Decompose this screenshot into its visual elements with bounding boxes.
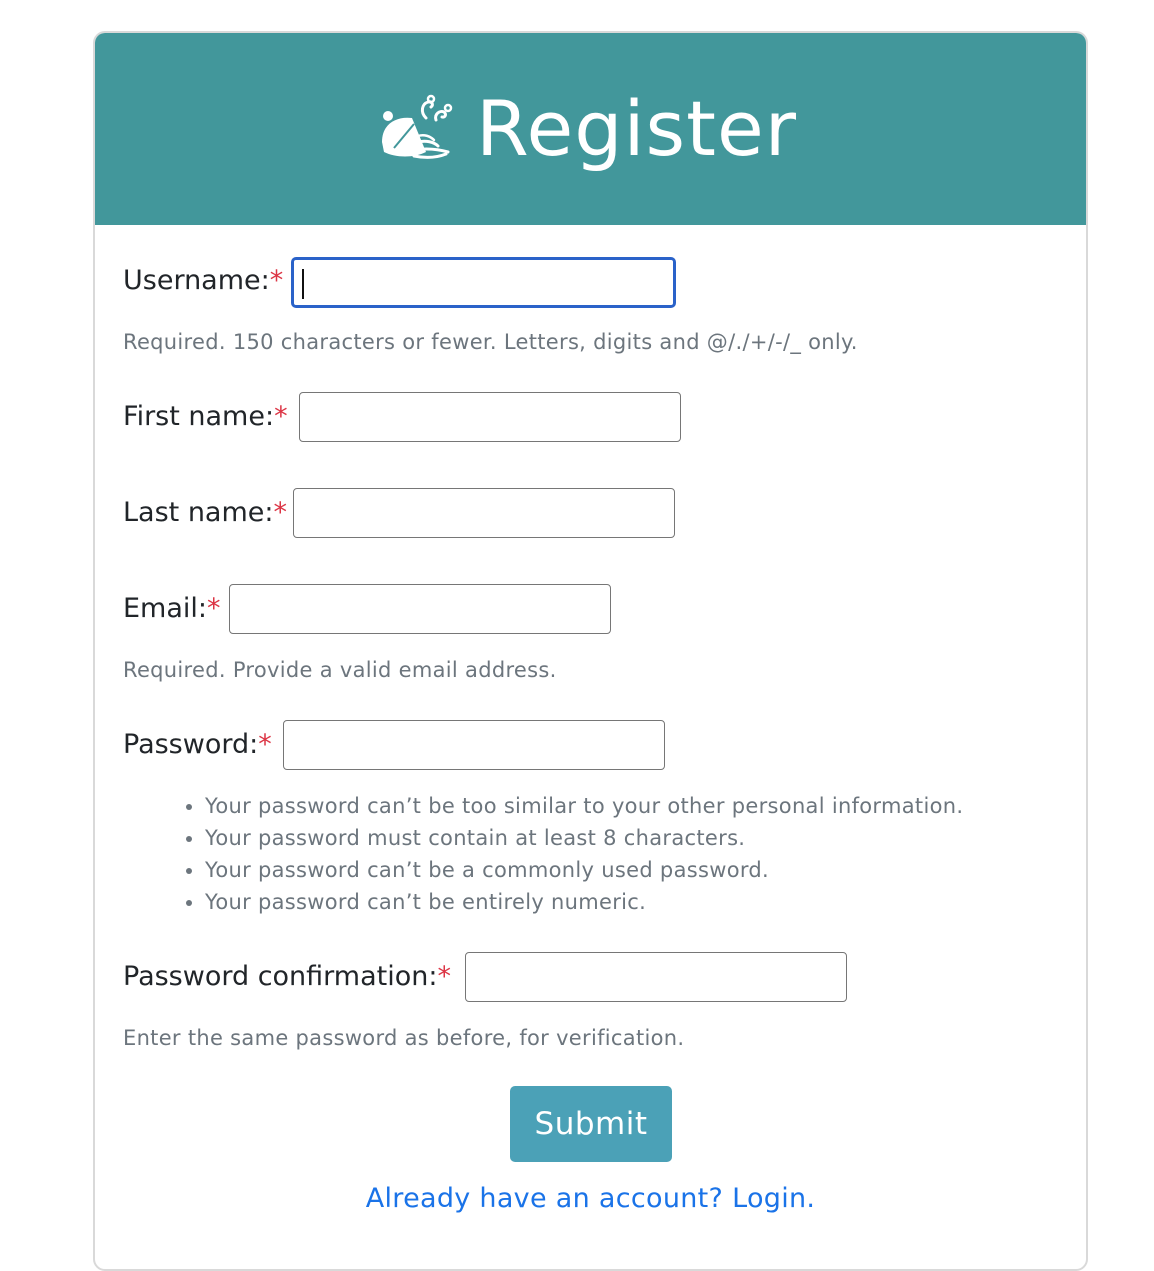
first-name-label-text: First name:	[123, 401, 275, 432]
email-input[interactable]	[229, 584, 611, 634]
required-marker: *	[437, 961, 451, 992]
required-marker: *	[269, 265, 284, 296]
password-rule: Your password can’t be entirely numeric.	[205, 886, 963, 918]
required-marker: *	[273, 497, 288, 528]
email-label-text: Email:	[123, 593, 208, 624]
password-confirmation-label: Password confirmation:*	[123, 961, 451, 992]
username-label-text: Username:	[123, 265, 270, 296]
register-card: Register Username:* Required. 150 charac…	[93, 31, 1088, 1271]
password-input[interactable]	[283, 720, 665, 770]
password-rule: Your password must contain at least 8 ch…	[205, 822, 963, 854]
password-confirmation-help: Enter the same password as before, for v…	[123, 1026, 685, 1050]
username-label: Username:*	[123, 265, 283, 296]
required-marker: *	[207, 593, 221, 624]
password-confirmation-label-text: Password confirmation:	[123, 961, 438, 992]
password-rules-list: Your password can’t be too similar to yo…	[178, 790, 963, 918]
last-name-input[interactable]	[293, 488, 675, 538]
submit-button[interactable]: Submit	[510, 1086, 672, 1162]
required-marker: *	[258, 729, 272, 760]
required-marker: *	[274, 401, 288, 432]
password-label: Password:*	[123, 729, 272, 760]
text-caret	[302, 269, 304, 299]
password-label-text: Password:	[123, 729, 259, 760]
email-help: Required. Provide a valid email address.	[123, 658, 557, 682]
first-name-input[interactable]	[299, 392, 681, 442]
first-name-label: First name:*	[123, 401, 288, 432]
username-help: Required. 150 characters or fewer. Lette…	[123, 330, 858, 354]
email-label: Email:*	[123, 593, 221, 624]
password-rule: Your password can’t be too similar to yo…	[205, 790, 963, 822]
password-rule: Your password can’t be a commonly used p…	[205, 854, 963, 886]
register-form: Username:* Required. 150 characters or f…	[95, 33, 1086, 1269]
last-name-label-text: Last name:	[123, 497, 274, 528]
last-name-label: Last name:*	[123, 497, 287, 528]
login-link[interactable]: Already have an account? Login.	[95, 1183, 1086, 1214]
password-confirmation-input[interactable]	[465, 952, 847, 1002]
username-input[interactable]	[291, 257, 676, 308]
